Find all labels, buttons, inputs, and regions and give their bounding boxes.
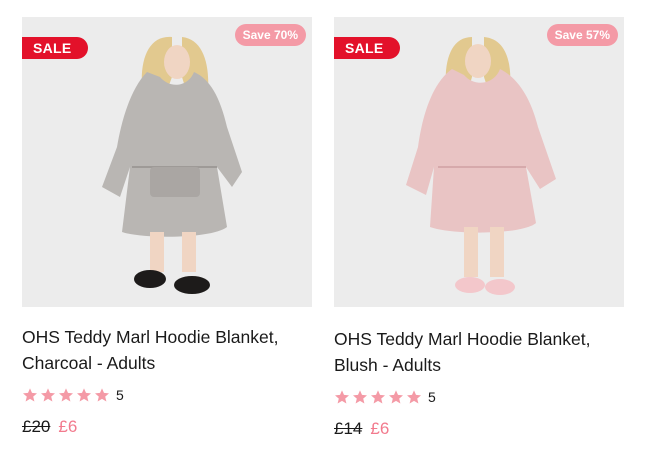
product-title-line: Charcoal - Adults	[22, 353, 156, 373]
product-card[interactable]: SALE Save 70% OHS Teddy Marl Hoodie Blan…	[22, 17, 312, 437]
product-title-line: OHS Teddy Marl Hoodie Blanket,	[22, 327, 279, 347]
product-rating[interactable]: 5	[22, 385, 312, 405]
product-image[interactable]: SALE Save 70%	[22, 17, 312, 307]
product-photo	[22, 17, 312, 307]
star-icon	[94, 387, 110, 403]
product-title[interactable]: OHS Teddy Marl Hoodie Blanket, Charcoal …	[22, 324, 312, 376]
star-rating	[22, 387, 110, 403]
sale-price: £6	[370, 419, 390, 438]
original-price: £20	[22, 417, 51, 436]
star-icon	[406, 389, 422, 405]
star-icon	[58, 387, 74, 403]
price-block: £20 £6	[22, 417, 312, 437]
save-percentage-badge: Save 70%	[234, 24, 306, 46]
product-rating[interactable]: 5	[334, 387, 624, 407]
star-icon	[388, 389, 404, 405]
save-percentage-badge: Save 57%	[546, 24, 618, 46]
product-card[interactable]: SALE Save 57% OHS Teddy Marl Hoodie Blan…	[334, 17, 624, 439]
star-icon	[22, 387, 38, 403]
original-price: £14	[334, 419, 363, 438]
star-icon	[370, 389, 386, 405]
star-icon	[352, 389, 368, 405]
sale-price: £6	[58, 417, 78, 436]
sale-badge: SALE	[334, 37, 400, 59]
star-icon	[334, 389, 350, 405]
price-block: £14 £6	[334, 419, 624, 439]
star-icon	[40, 387, 56, 403]
product-image[interactable]: SALE Save 57%	[334, 17, 624, 307]
review-count: 5	[428, 389, 436, 405]
star-rating	[334, 389, 422, 405]
product-photo	[334, 17, 624, 307]
sale-badge: SALE	[22, 37, 88, 59]
product-title[interactable]: OHS Teddy Marl Hoodie Blanket, Blush - A…	[334, 326, 624, 378]
review-count: 5	[116, 387, 124, 403]
product-title-line: OHS Teddy Marl Hoodie Blanket,	[334, 329, 591, 349]
product-title-line: Blush - Adults	[334, 355, 441, 375]
star-icon	[76, 387, 92, 403]
